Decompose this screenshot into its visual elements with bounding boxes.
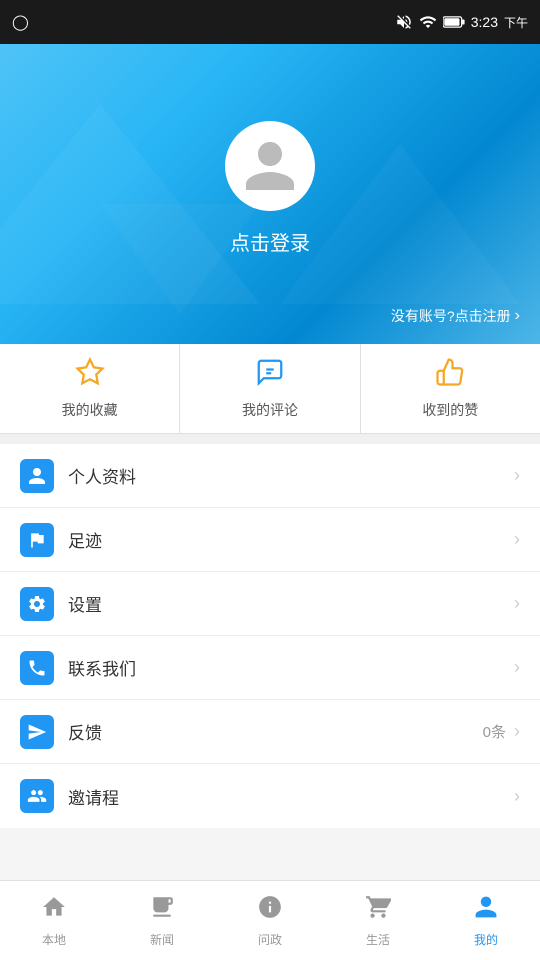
flag-icon [27,530,47,550]
feedback-label: 反馈 [68,719,483,744]
nav-item-mine[interactable]: 我的 [432,881,540,960]
star-icon [75,357,105,394]
quick-item-comments[interactable]: 我的评论 [180,344,360,433]
phone-icon [27,658,47,678]
feedback-badge: 0条 [483,721,506,742]
time-display: 3:23 [471,14,498,30]
quick-actions: 我的收藏 我的评论 收到的赞 [0,344,540,434]
menu-item-invite[interactable]: 邀请程 › [0,764,540,828]
life-nav-icon [365,894,391,927]
status-bar: ◯ 3:23 下午 [0,0,540,44]
battery-icon [443,15,465,29]
mine-nav-label: 我的 [474,931,498,948]
chevron-icon-settings: › [514,593,520,614]
feedback-icon-bg [20,715,54,749]
status-right: 3:23 下午 [395,13,528,31]
thumb-icon [435,357,465,394]
bottom-nav: 本地 新闻 问政 生活 [0,880,540,960]
politics-nav-label: 问政 [258,931,282,948]
avatar[interactable] [225,121,315,211]
nav-item-politics[interactable]: 问政 [216,881,324,960]
chevron-icon-invite: › [514,786,520,807]
mute-icon [395,13,413,31]
gear-icon [27,594,47,614]
nav-item-news[interactable]: 新闻 [108,881,216,960]
nav-item-local[interactable]: 本地 [0,881,108,960]
invite-label: 邀请程 [68,784,514,809]
wifi-icon [419,13,437,31]
comment-icon [255,357,285,394]
invite-icon [27,786,47,806]
chevron-icon-contact: › [514,657,520,678]
news-nav-icon [149,894,175,927]
carrier-icon: ◯ [12,13,29,31]
likes-label: 收到的赞 [422,400,478,420]
comments-label: 我的评论 [242,400,298,420]
settings-label: 设置 [68,591,514,616]
menu-list: 个人资料 › 足迹 › 设置 › 联系我们 › [0,444,540,828]
chevron-icon-feedback: › [514,721,520,742]
register-text: 没有账号?点击注册 [391,306,511,326]
menu-item-footprint[interactable]: 足迹 › [0,508,540,572]
settings-icon-bg [20,587,54,621]
local-nav-label: 本地 [42,931,66,948]
quick-item-likes[interactable]: 收到的赞 [361,344,540,433]
status-left: ◯ [12,13,29,31]
footprint-icon-bg [20,523,54,557]
menu-item-settings[interactable]: 设置 › [0,572,540,636]
send-icon [27,722,47,742]
menu-item-profile[interactable]: 个人资料 › [0,444,540,508]
contact-icon-bg [20,651,54,685]
contact-label: 联系我们 [68,655,514,680]
avatar-icon [240,136,300,196]
chevron-icon-footprint: › [514,529,520,550]
profile-icon-bg [20,459,54,493]
register-link[interactable]: 没有账号?点击注册 › [391,306,520,326]
quick-item-favorites[interactable]: 我的收藏 [0,344,180,433]
mine-nav-icon [473,894,499,927]
local-nav-icon [41,894,67,927]
period-display: 下午 [504,14,528,31]
life-nav-label: 生活 [366,931,390,948]
nav-item-life[interactable]: 生活 [324,881,432,960]
news-nav-label: 新闻 [150,931,174,948]
favorites-label: 我的收藏 [62,400,118,420]
person-icon [27,466,47,486]
chevron-icon-profile: › [514,465,520,486]
profile-header[interactable]: 点击登录 没有账号?点击注册 › [0,44,540,344]
section-divider [0,434,540,444]
menu-item-feedback[interactable]: 反馈 0条 › [0,700,540,764]
profile-label: 个人资料 [68,463,514,488]
footprint-label: 足迹 [68,527,514,552]
login-button[interactable]: 点击登录 [230,227,310,256]
politics-nav-icon [257,894,283,927]
chevron-right-icon: › [515,307,520,325]
invite-icon-bg [20,779,54,813]
menu-item-contact[interactable]: 联系我们 › [0,636,540,700]
